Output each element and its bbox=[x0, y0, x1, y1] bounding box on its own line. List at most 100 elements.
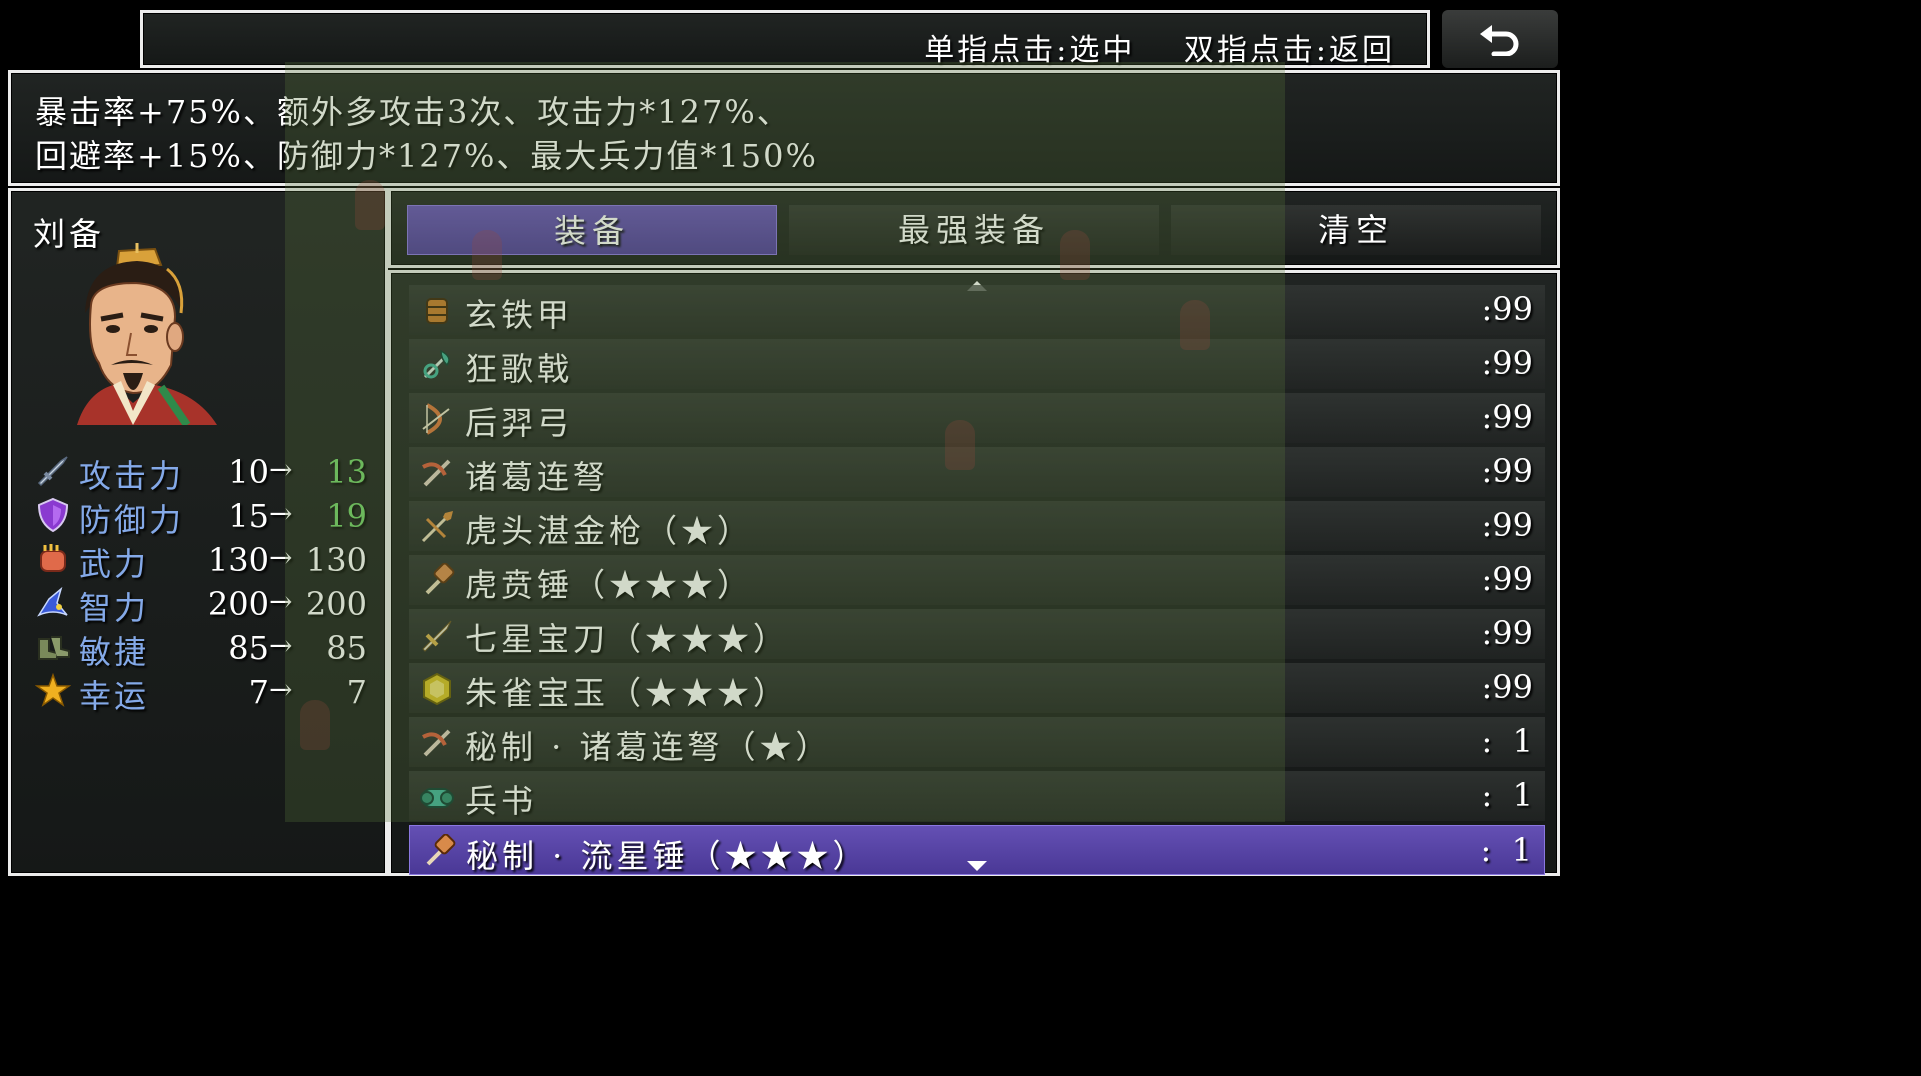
item-name: 后羿弓 bbox=[465, 404, 574, 442]
fist-icon bbox=[40, 544, 66, 572]
star-icon bbox=[35, 673, 71, 707]
stat-new-value: 13 bbox=[326, 453, 367, 491]
item-name: 虎头湛金枪（★） bbox=[465, 512, 754, 550]
boots-icon bbox=[38, 636, 70, 660]
item-count: :99 bbox=[1481, 560, 1534, 598]
stat-label: 敏捷 bbox=[79, 633, 150, 671]
map-unit-sprite bbox=[945, 420, 975, 470]
item-list-window: 玄铁甲:99 狂歌戟:99 后羿弓:99 诸葛连弩:99 虎头湛金枪（★）:99 虎贲锤（… bbox=[388, 270, 1560, 876]
stat-label: 武力 bbox=[79, 545, 150, 583]
crossbow-icon bbox=[422, 729, 451, 757]
stat-old-value: 85 bbox=[228, 629, 269, 667]
shield-icon bbox=[37, 497, 69, 533]
single-tap-hint: 单指点击:选中 bbox=[924, 33, 1136, 68]
stat-row-defense: 防御力 15 → 19 bbox=[11, 495, 391, 539]
item-name: 狂歌戟 bbox=[465, 350, 574, 388]
item-row[interactable]: 诸葛连弩 :99 bbox=[409, 447, 1545, 497]
stat-arrow: → bbox=[269, 541, 293, 574]
sword-icon bbox=[422, 620, 452, 652]
map-unit-sprite bbox=[300, 700, 330, 750]
stat-label: 幸运 bbox=[79, 677, 150, 715]
stat-label: 智力 bbox=[79, 589, 150, 627]
stat-arrow: → bbox=[269, 585, 293, 618]
help-text: 单指点击:选中 双指点击:返回 bbox=[888, 25, 1395, 69]
scroll-book-icon bbox=[420, 788, 454, 808]
item-row[interactable]: 兵书 : 1 bbox=[409, 771, 1545, 821]
item-count: :99 bbox=[1481, 452, 1534, 490]
item-count: :99 bbox=[1481, 668, 1534, 706]
back-arrow-icon bbox=[1480, 25, 1519, 56]
stat-arrow: → bbox=[269, 497, 293, 530]
item-name: 诸葛连弩 bbox=[465, 458, 610, 496]
hammer-icon bbox=[426, 834, 456, 866]
stat-label: 防御力 bbox=[79, 501, 185, 539]
hammer-icon bbox=[425, 563, 455, 595]
stat-old-value: 200 bbox=[207, 585, 269, 623]
stat-row-attack: 攻击力 10 → 13 bbox=[11, 451, 391, 495]
back-button[interactable] bbox=[1442, 10, 1558, 68]
item-description-window: 暴击率+75%、额外多攻击3次、攻击力*127%、 回避率+15%、防御力*12… bbox=[8, 70, 1560, 186]
clear-equip-command[interactable]: 清空 bbox=[1171, 205, 1541, 255]
item-count: :99 bbox=[1481, 506, 1534, 544]
stat-arrow: → bbox=[269, 673, 293, 706]
item-name: 朱雀宝玉（★★★） bbox=[465, 674, 790, 712]
scroll-down-arrow[interactable] bbox=[967, 861, 987, 871]
item-row[interactable]: 后羿弓 :99 bbox=[409, 393, 1545, 443]
map-unit-sprite bbox=[1180, 300, 1210, 350]
stat-label: 攻击力 bbox=[79, 457, 185, 495]
equip-command[interactable]: 装备 bbox=[407, 205, 777, 255]
item-name: 秘制 · 诸葛连弩（★） bbox=[465, 728, 832, 766]
item-name: 秘制 · 流星锤（★★★） bbox=[466, 837, 869, 875]
stat-new-value: 200 bbox=[305, 585, 367, 623]
halberd-icon bbox=[423, 349, 450, 379]
item-name: 七星宝刀（★★★） bbox=[465, 620, 790, 658]
bow-icon bbox=[422, 403, 450, 435]
description-line-2: 回避率+15%、防御力*127%、最大兵力值*150% bbox=[35, 137, 818, 175]
stat-old-value: 130 bbox=[207, 541, 269, 579]
stat-row-strength: 武力 130 → 130 bbox=[11, 539, 391, 583]
item-count: :99 bbox=[1481, 398, 1534, 436]
description-line-1: 暴击率+75%、额外多攻击3次、攻击力*127%、 bbox=[35, 93, 791, 131]
item-row[interactable]: 玄铁甲 :99 bbox=[409, 285, 1545, 335]
stat-arrow: → bbox=[269, 629, 293, 662]
item-name: 虎贲锤（★★★） bbox=[465, 566, 754, 604]
spear-icon bbox=[421, 511, 453, 543]
actor-status-window: 刘备 攻击力 10 → 13 防御力 15 → 19 武力 130 → 130 … bbox=[8, 188, 388, 876]
stat-old-value: 15 bbox=[228, 497, 269, 535]
stat-row-luck: 幸运 7 → 7 bbox=[11, 671, 391, 715]
crossbow-icon bbox=[422, 459, 451, 487]
item-count: : 1 bbox=[1481, 776, 1533, 814]
sword-icon bbox=[37, 456, 68, 487]
stat-arrow: → bbox=[269, 453, 293, 486]
equip-command-window: 装备 最强装备 清空 bbox=[388, 188, 1560, 268]
stat-row-agility: 敏捷 85 → 85 bbox=[11, 627, 391, 671]
item-count: :99 bbox=[1481, 344, 1534, 382]
stat-new-value: 19 bbox=[326, 497, 367, 535]
jade-icon bbox=[423, 672, 451, 706]
stat-new-value: 7 bbox=[346, 673, 367, 711]
stat-new-value: 85 bbox=[326, 629, 367, 667]
item-row[interactable]: 七星宝刀（★★★）:99 bbox=[409, 609, 1545, 659]
item-name: 兵书 bbox=[465, 782, 538, 820]
stat-old-value: 10 bbox=[228, 453, 269, 491]
map-unit-sprite bbox=[355, 180, 385, 230]
wizard-hat-icon bbox=[37, 586, 68, 617]
map-unit-sprite bbox=[1060, 230, 1090, 280]
item-count: : 1 bbox=[1480, 831, 1532, 869]
item-count: :99 bbox=[1481, 290, 1534, 328]
optimize-equip-command[interactable]: 最强装备 bbox=[789, 205, 1159, 255]
item-row[interactable]: 虎贲锤（★★★） :99 bbox=[409, 555, 1545, 605]
map-unit-sprite bbox=[472, 230, 502, 280]
stat-row-intelligence: 智力 200 → 200 bbox=[11, 583, 391, 627]
item-count: : 1 bbox=[1481, 722, 1533, 760]
item-row[interactable]: 朱雀宝玉（★★★） :99 bbox=[409, 663, 1545, 713]
stat-old-value: 7 bbox=[248, 673, 269, 711]
item-row[interactable]: 虎头湛金枪（★） :99 bbox=[409, 501, 1545, 551]
armor-icon bbox=[426, 298, 448, 324]
item-row[interactable]: 秘制 · 诸葛连弩（★） : 1 bbox=[409, 717, 1545, 767]
double-tap-hint: 双指点击:返回 bbox=[1183, 33, 1395, 68]
stat-new-value: 130 bbox=[305, 541, 367, 579]
actor-portrait bbox=[77, 243, 217, 425]
item-row[interactable]: 狂歌戟 :99 bbox=[409, 339, 1545, 389]
item-name: 玄铁甲 bbox=[465, 296, 574, 334]
